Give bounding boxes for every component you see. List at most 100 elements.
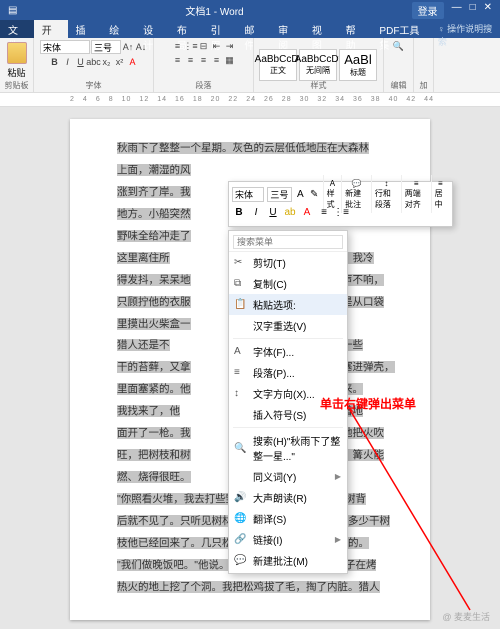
mt-fontcolor-icon[interactable]: A bbox=[300, 205, 314, 219]
mt-size[interactable]: 三号 bbox=[267, 187, 292, 202]
cm-search-input[interactable] bbox=[233, 235, 343, 249]
style-heading[interactable]: AaBl标题 bbox=[339, 49, 377, 81]
cm-item-icon: ≡ bbox=[234, 367, 246, 378]
mt-grow-icon[interactable]: A bbox=[295, 187, 306, 201]
numbering-icon[interactable]: ⋮≡ bbox=[185, 40, 197, 52]
mt-underline[interactable]: U bbox=[266, 205, 280, 219]
shading-icon[interactable]: ▦ bbox=[224, 54, 236, 66]
menubar: 文件 开始 插入 绘图 设计 布局 引用 邮件 审阅 视图 帮助 PDF工具集 … bbox=[0, 20, 500, 38]
ruler: 2468101214161820222426283032343638404244 bbox=[0, 93, 500, 107]
align-right-icon[interactable]: ≡ bbox=[198, 54, 210, 66]
cm-item-label: 字体(F)... bbox=[253, 344, 294, 359]
tab-mailings[interactable]: 邮件 bbox=[236, 20, 270, 38]
tab-home[interactable]: 开始 bbox=[34, 20, 68, 38]
cm-item[interactable]: 📋 粘贴选项: bbox=[229, 294, 347, 315]
window-min[interactable]: — bbox=[452, 2, 462, 19]
app-icon: ▤ bbox=[8, 5, 17, 16]
annotation-arrow bbox=[300, 400, 480, 620]
ribbon-paragraph: ≡ ⋮≡ ⊟ ⇤ ⇥ ≡ ≡ ≡ ≡ ▦ 段落 bbox=[154, 38, 254, 92]
justify-icon[interactable]: ≡ bbox=[211, 54, 223, 66]
mt-highlight-icon[interactable]: ab bbox=[283, 205, 297, 219]
tell-me[interactable]: ♀ 操作说明搜索 bbox=[432, 20, 500, 38]
font-name-select[interactable]: 宋体 bbox=[40, 40, 90, 54]
style-normal[interactable]: AaBbCcDt正文 bbox=[259, 49, 297, 81]
cm-item-icon: 🌐 bbox=[234, 513, 246, 524]
font-color-button[interactable]: A bbox=[127, 56, 139, 68]
mt-numbering-icon[interactable]: ⋮≡ bbox=[334, 205, 348, 219]
cm-item-label: 大声朗读(R) bbox=[253, 490, 307, 505]
tab-references[interactable]: 引用 bbox=[203, 20, 237, 38]
style-nospace[interactable]: AaBbCcDt无间隔 bbox=[299, 49, 337, 81]
grow-font-icon[interactable]: A↑ bbox=[122, 41, 134, 53]
cm-item-icon: 🔊 bbox=[234, 492, 246, 503]
mt-italic[interactable]: I bbox=[249, 205, 263, 219]
cm-item[interactable]: ≡ 段落(P)... bbox=[229, 362, 347, 383]
mt-bold[interactable]: B bbox=[232, 205, 246, 219]
annotation-text: 单击右键弹出菜单 bbox=[320, 395, 416, 412]
tab-view[interactable]: 视图 bbox=[304, 20, 338, 38]
cm-item-label: 粘贴选项: bbox=[253, 297, 296, 312]
cm-item[interactable]: ✂剪切(T) bbox=[229, 252, 347, 273]
tab-design[interactable]: 设计 bbox=[135, 20, 169, 38]
align-left-icon[interactable]: ≡ bbox=[172, 54, 184, 66]
sup-button[interactable]: x² bbox=[114, 56, 126, 68]
cm-item[interactable]: ⧉ 复制(C) bbox=[229, 273, 347, 294]
find-icon[interactable]: 🔍 bbox=[393, 40, 405, 52]
cm-item-icon: ⧉ bbox=[234, 278, 246, 289]
cm-item-label: 插入符号(S) bbox=[253, 407, 306, 422]
cm-item-icon: ↕ bbox=[234, 388, 246, 399]
tab-review[interactable]: 审阅 bbox=[270, 20, 304, 38]
mt-format-painter-icon[interactable]: ✎ bbox=[309, 187, 320, 201]
cm-item-label: 段落(P)... bbox=[253, 365, 295, 380]
mt-spacing[interactable]: ↕行和段落 bbox=[371, 175, 401, 213]
align-center-icon[interactable]: ≡ bbox=[185, 54, 197, 66]
ribbon-editing: 🔍 编辑 bbox=[384, 38, 414, 92]
sub-button[interactable]: x₂ bbox=[101, 56, 113, 68]
mt-center[interactable]: ≡居中 bbox=[431, 175, 449, 213]
font-size-select[interactable]: 三号 bbox=[91, 40, 121, 54]
cm-item-label: 链接(I) bbox=[253, 532, 282, 547]
cm-item-label: 剪切(T) bbox=[253, 255, 286, 270]
window-close[interactable]: ✕ bbox=[484, 2, 492, 19]
mt-font[interactable]: 宋体 bbox=[232, 187, 264, 202]
cm-item-icon: 📋 bbox=[234, 299, 246, 310]
ribbon-font: 宋体 三号 A↑ A↓ B I U abc x₂ x² A 字体 bbox=[34, 38, 154, 92]
cm-search bbox=[229, 233, 347, 252]
cm-item-label: 复制(C) bbox=[253, 276, 287, 291]
cm-item-label: 文字方向(X)... bbox=[253, 386, 315, 401]
mt-bullets-icon[interactable]: ≡ bbox=[317, 205, 331, 219]
cm-item-label: 汉字重选(V) bbox=[253, 318, 306, 333]
cm-item-icon: 🔗 bbox=[234, 534, 246, 545]
italic-button[interactable]: I bbox=[62, 56, 74, 68]
paste-icon[interactable] bbox=[7, 42, 27, 64]
tab-file[interactable]: 文件 bbox=[0, 20, 34, 38]
multilevel-icon[interactable]: ⊟ bbox=[198, 40, 210, 52]
mini-toolbar: 宋体 三号 A ✎ A样式 💬新建批注 ↕行和段落 ≡两端对齐 ≡居中 B I … bbox=[228, 181, 453, 227]
tab-draw[interactable]: 绘图 bbox=[101, 20, 135, 38]
tab-insert[interactable]: 插入 bbox=[68, 20, 102, 38]
tab-pdf[interactable]: PDF工具集 bbox=[371, 20, 431, 38]
tab-layout[interactable]: 布局 bbox=[169, 20, 203, 38]
cm-item[interactable]: 汉字重选(V) bbox=[229, 315, 347, 336]
paste-button[interactable]: 粘贴 bbox=[7, 66, 25, 79]
ribbon-styles: AaBbCcDt正文 AaBbCcDt无间隔 AaBl标题 样式 bbox=[254, 38, 384, 92]
bold-button[interactable]: B bbox=[49, 56, 61, 68]
strike-button[interactable]: abc bbox=[88, 56, 100, 68]
window-max[interactable]: □ bbox=[470, 2, 476, 19]
cm-item-label: 翻译(S) bbox=[253, 511, 286, 526]
cm-item-icon: A bbox=[234, 346, 246, 357]
shrink-font-icon[interactable]: A↓ bbox=[135, 41, 147, 53]
bullets-icon[interactable]: ≡ bbox=[172, 40, 184, 52]
cm-item-icon: 🔍 bbox=[234, 443, 246, 454]
mt-justify[interactable]: ≡两端对齐 bbox=[401, 175, 431, 213]
indent-inc-icon[interactable]: ⇥ bbox=[224, 40, 236, 52]
doc-title: 文档1 - Word bbox=[17, 3, 411, 18]
login-button[interactable]: 登录 bbox=[412, 2, 444, 19]
underline-button[interactable]: U bbox=[75, 56, 87, 68]
ribbon-clipboard: 粘贴 剪贴板 bbox=[0, 38, 34, 92]
indent-dec-icon[interactable]: ⇤ bbox=[211, 40, 223, 52]
cm-item-icon: 💬 bbox=[234, 555, 246, 566]
tab-help[interactable]: 帮助 bbox=[338, 20, 372, 38]
ribbon-addin: 加 bbox=[414, 38, 434, 92]
cm-item[interactable]: A 字体(F)... bbox=[229, 341, 347, 362]
